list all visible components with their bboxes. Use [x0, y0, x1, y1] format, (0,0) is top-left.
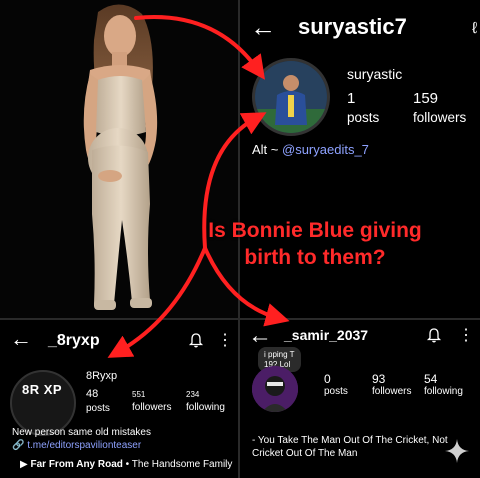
- bell-icon[interactable]: [188, 332, 204, 348]
- avatar[interactable]: [252, 58, 330, 136]
- profile-handle: _samir_2037: [284, 327, 369, 343]
- avatar-image: [252, 366, 298, 412]
- profile-handle: _8ryxp: [48, 332, 100, 349]
- profile-name: 8Ryxp: [86, 370, 118, 382]
- profile-handle: suryastic7: [298, 14, 407, 39]
- caption-question: Is Bonnie Blue giving birth to them?: [150, 218, 480, 272]
- following-label[interactable]: following: [186, 402, 225, 413]
- posts-label: posts: [324, 386, 348, 397]
- avatar-image: [255, 61, 327, 133]
- link-icon: 🔗: [12, 440, 25, 451]
- posts-label: posts: [86, 403, 110, 414]
- profile-bio: - You Take The Man Out Of The Cricket, N…: [252, 435, 448, 459]
- bio-mention-link[interactable]: @suryaedits_7: [282, 142, 369, 157]
- arrow-left-icon[interactable]: ←: [10, 328, 32, 350]
- arrow-left-icon[interactable]: ←: [250, 14, 276, 40]
- followers-count[interactable]: 93: [372, 372, 385, 386]
- more-vertical-icon[interactable]: ⋮: [458, 325, 474, 345]
- music-row[interactable]: ▶ Far From Any Road • The Handsome Famil…: [20, 459, 232, 470]
- posts-count: 0: [324, 372, 331, 386]
- profile-name: suryastic: [347, 66, 403, 82]
- following-count[interactable]: 54: [424, 372, 437, 386]
- avatar[interactable]: [252, 366, 298, 412]
- followers-label[interactable]: followers: [372, 386, 411, 397]
- music-title: Far From Any Road: [30, 459, 123, 470]
- posts-count: 1: [347, 90, 356, 107]
- divider-horizontal: [0, 318, 480, 320]
- following-label[interactable]: following: [424, 386, 463, 397]
- sparkle-icon: [445, 439, 469, 463]
- posts-count: 48: [86, 388, 99, 400]
- bio-prefix: Alt ~: [252, 142, 282, 157]
- caption-line-2: birth to them?: [244, 245, 386, 269]
- partial-icon: ℓ: [472, 20, 478, 37]
- profile-link[interactable]: 🔗 t.me/editorspavilionteaser: [12, 440, 141, 451]
- link-text[interactable]: t.me/editorspavilionteaser: [27, 440, 141, 451]
- arrow-left-icon[interactable]: ←: [248, 324, 272, 348]
- bell-icon[interactable]: [426, 327, 442, 343]
- followers-label[interactable]: followers: [132, 402, 171, 413]
- music-separator: •: [122, 459, 132, 470]
- avatar-text: 8R XP: [22, 382, 63, 397]
- play-circle-icon: ▶: [20, 459, 28, 470]
- profile-8ryxp: ← _8ryxp ⋮ 8R XP 8Ryxp 48 posts 551 foll…: [0, 320, 238, 478]
- profile-bio: Alt ~ @suryaedits_7: [252, 142, 369, 157]
- followers-label[interactable]: followers: [413, 110, 466, 125]
- music-artist: The Handsome Family: [131, 459, 233, 470]
- more-vertical-icon[interactable]: ⋮: [217, 330, 233, 350]
- caption-line-1: Is Bonnie Blue giving: [208, 219, 422, 242]
- following-count[interactable]: 234: [186, 390, 199, 399]
- followers-count[interactable]: 159: [413, 90, 438, 107]
- profile-samir-2037: ← _samir_2037 ⋮ i pping T 19? Lol 0 post…: [240, 320, 480, 478]
- profile-bio: New person same old mistakes: [12, 427, 151, 438]
- posts-label: posts: [347, 110, 380, 125]
- followers-count[interactable]: 551: [132, 390, 145, 399]
